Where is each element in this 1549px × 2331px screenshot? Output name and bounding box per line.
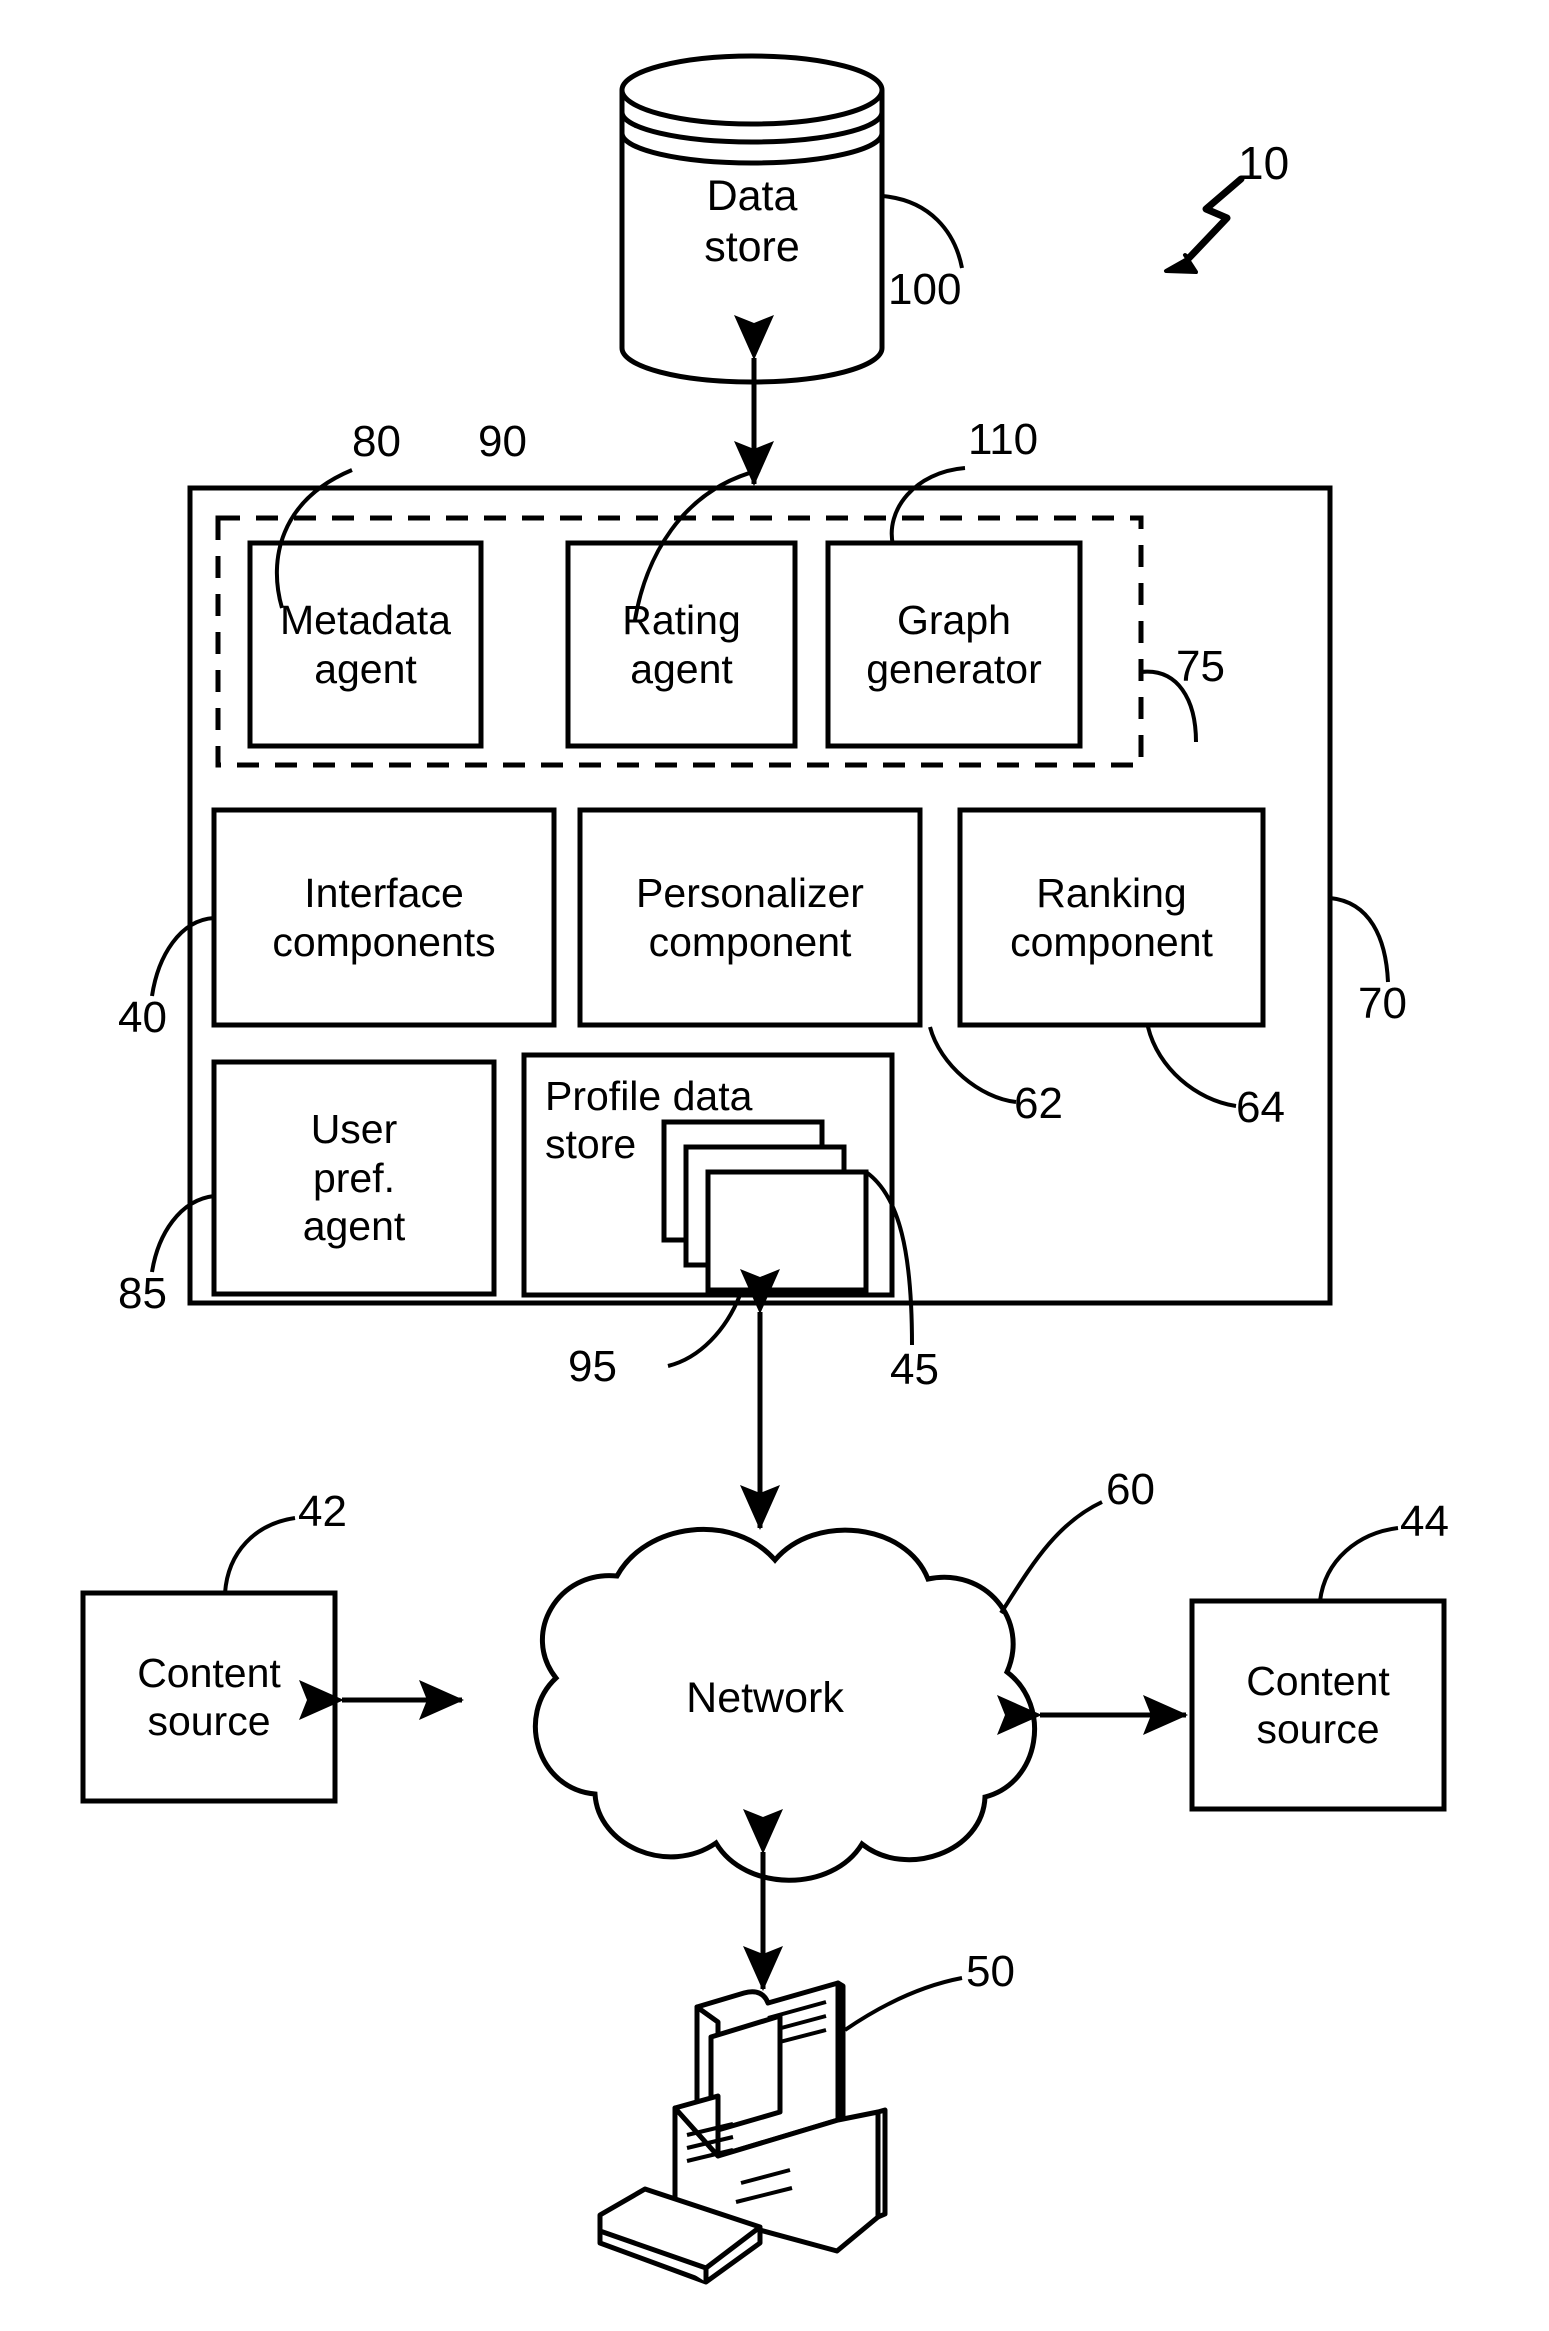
rating-agent-box[interactable]: [565, 540, 798, 749]
ref-95: 95: [568, 1342, 617, 1391]
ref-45: 45: [890, 1345, 939, 1394]
interface-components-box[interactable]: [211, 807, 557, 1028]
leader-line-60: [999, 1500, 1103, 1615]
leader-line-64: [1146, 1026, 1237, 1108]
stacked-documents-icon: [661, 1119, 869, 1293]
leader-line-40: [150, 916, 215, 997]
ref-80: 80: [352, 417, 401, 466]
leader-line-110: [889, 466, 966, 546]
patent-figure: Data store 100 10 Metadata agent Rating …: [0, 0, 1549, 2331]
personalizer-component-box[interactable]: [577, 807, 923, 1028]
ref-64: 64: [1236, 1083, 1285, 1132]
leader-line-70: [1329, 896, 1390, 983]
leader-line-100: [881, 194, 964, 269]
ref-10: 10: [1238, 137, 1290, 189]
ranking-component-box[interactable]: [957, 807, 1266, 1028]
ref-62: 62: [1014, 1079, 1063, 1128]
leader-line-44: [1318, 1526, 1399, 1602]
diagram-vector-layer: [80, 53, 1447, 2285]
ref-40: 40: [118, 993, 167, 1042]
leader-line-50: [843, 1976, 963, 2032]
ref-85: 85: [118, 1269, 167, 1318]
data-store-cylinder: [619, 53, 885, 385]
ref-100: 100: [888, 265, 962, 314]
graph-generator-box[interactable]: [825, 540, 1083, 749]
ref-90: 90: [478, 417, 527, 466]
leader-line-62: [928, 1026, 1017, 1104]
metadata-agent-box[interactable]: [247, 540, 484, 749]
ref-42: 42: [298, 1487, 347, 1536]
leader-line-45: [864, 1170, 914, 1346]
ref-75: 75: [1176, 642, 1225, 691]
leader-line-80: [274, 468, 353, 609]
leader-line-95: [667, 1294, 742, 1368]
ref-70: 70: [1358, 979, 1407, 1028]
figure-ref-pointer-icon: [1164, 175, 1245, 274]
leader-line-85: [150, 1194, 215, 1273]
ref-44: 44: [1400, 1497, 1449, 1546]
ref-110: 110: [968, 415, 1039, 464]
ref-60: 60: [1106, 1465, 1155, 1514]
content-source-left-box[interactable]: [80, 1590, 338, 1804]
content-source-right-box[interactable]: [1189, 1598, 1447, 1812]
desktop-computer-icon: [597, 1980, 888, 2285]
agent-group-dashed-box: [215, 515, 1144, 768]
network-cloud-shape: [532, 1527, 1038, 1883]
leader-line-42: [223, 1516, 296, 1594]
user-pref-agent-box[interactable]: [211, 1059, 497, 1297]
ref-50: 50: [966, 1947, 1015, 1996]
